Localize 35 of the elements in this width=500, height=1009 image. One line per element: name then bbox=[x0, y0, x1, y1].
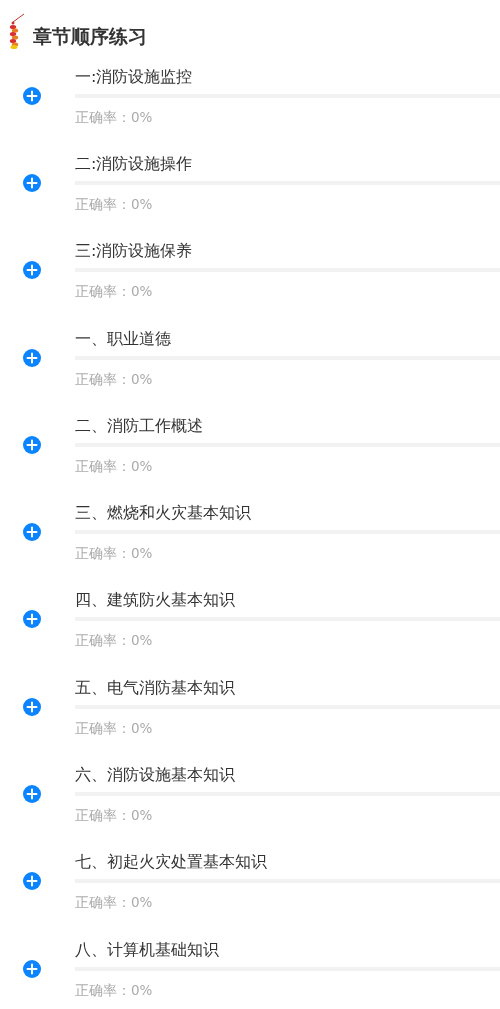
chapter-title[interactable]: 四、建筑防火基本知识 bbox=[75, 589, 500, 612]
chapter-title[interactable]: 三:消防设施保养 bbox=[75, 240, 500, 263]
chapter-title[interactable]: 六、消防设施基本知识 bbox=[75, 764, 500, 786]
add-icon[interactable] bbox=[23, 435, 41, 454]
accuracy-text: 正确率：0% bbox=[75, 718, 154, 737]
add-icon[interactable] bbox=[23, 261, 41, 280]
chapter-title[interactable]: 三、燃烧和火灾基本知识 bbox=[75, 502, 500, 525]
add-icon[interactable] bbox=[23, 523, 41, 542]
chapter-title[interactable]: 二:消防设施操作 bbox=[75, 152, 500, 175]
accuracy-text: 正确率：0% bbox=[75, 107, 154, 126]
firecracker-icon bbox=[9, 12, 25, 50]
add-icon[interactable] bbox=[23, 610, 41, 629]
add-icon[interactable] bbox=[23, 173, 41, 192]
chapter-title[interactable]: 七、初起火灾处置基本知识 bbox=[75, 851, 500, 874]
chapter-title[interactable]: 八、计算机基础知识 bbox=[75, 938, 500, 961]
chapter-title[interactable]: 二、消防工作概述 bbox=[75, 414, 500, 437]
accuracy-text: 正确率：0% bbox=[75, 631, 154, 650]
accuracy-text: 正确率：0% bbox=[75, 544, 154, 563]
add-icon[interactable] bbox=[23, 785, 41, 803]
add-icon[interactable] bbox=[23, 872, 41, 891]
chapter-title[interactable]: 一、职业道德 bbox=[75, 327, 500, 350]
accuracy-text: 正确率：0% bbox=[75, 893, 154, 912]
add-icon[interactable] bbox=[23, 959, 41, 978]
add-icon[interactable] bbox=[23, 697, 41, 716]
add-icon[interactable] bbox=[23, 86, 41, 105]
accuracy-text: 正确率：0% bbox=[75, 456, 154, 475]
chapter-title[interactable]: 五、电气消防基本知识 bbox=[75, 676, 500, 699]
page-title: 章节顺序练习 bbox=[33, 24, 147, 49]
accuracy-text: 正确率：0% bbox=[75, 980, 154, 999]
accuracy-text: 正确率：0% bbox=[75, 369, 154, 388]
add-icon[interactable] bbox=[23, 348, 41, 367]
accuracy-text: 正确率：0% bbox=[75, 282, 154, 301]
chapter-title[interactable]: 一:消防设施监控 bbox=[75, 65, 500, 88]
accuracy-text: 正确率：0% bbox=[75, 194, 154, 213]
accuracy-text: 正确率：0% bbox=[75, 806, 154, 824]
